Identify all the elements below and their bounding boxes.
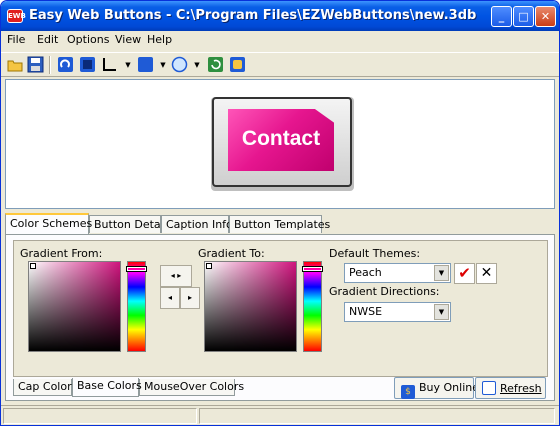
chevron-down-icon[interactable]: ▼: [193, 57, 201, 73]
swap-colors-button[interactable]: ◂ ▸: [160, 265, 192, 287]
preview-button[interactable]: Contact: [212, 97, 352, 187]
status-pane-left: [3, 408, 197, 424]
copy-right-button[interactable]: ▸: [180, 287, 200, 309]
title-bar[interactable]: EWB Easy Web Buttons - C:\Program Files\…: [1, 1, 559, 31]
app-logo-icon: EWB: [7, 9, 26, 23]
gradient-from-hue-slider[interactable]: [126, 261, 147, 352]
chevron-down-icon[interactable]: ▼: [124, 57, 132, 73]
chevron-down-icon[interactable]: ▼: [434, 265, 449, 281]
cancel-theme-button[interactable]: ✕: [476, 263, 497, 284]
maximize-button[interactable]: □: [513, 6, 534, 27]
close-button[interactable]: ✕: [535, 6, 556, 27]
hue-slider-marker[interactable]: [302, 266, 323, 272]
toolbar-separator: [49, 56, 51, 74]
menu-file[interactable]: File: [7, 33, 25, 46]
subtab-base-colors[interactable]: Base Colors: [72, 378, 142, 397]
status-bar: [1, 405, 559, 425]
chevron-down-icon[interactable]: ▼: [434, 304, 449, 320]
button-preview-area: Contact: [5, 79, 555, 209]
copy-left-button[interactable]: ◂: [160, 287, 180, 309]
gradient-to-hue-slider[interactable]: [302, 261, 323, 352]
subtab-cap-colors[interactable]: Cap Colors: [13, 379, 77, 396]
menu-view[interactable]: View: [115, 33, 141, 46]
refresh-icon: [482, 381, 496, 395]
window-title: Easy Web Buttons - C:\Program Files\EZWe…: [29, 8, 477, 23]
preview-button-label: Contact: [241, 127, 321, 150]
buy-online-button[interactable]: $ Buy Online: [394, 377, 479, 399]
tab-color-schemes[interactable]: Color Schemes: [5, 213, 92, 234]
export-icon[interactable]: [229, 56, 246, 73]
preview-button-face: Contact: [228, 109, 334, 171]
color-schemes-panel: Gradient From: ◂ ▸ ◂ ▸ Gradient To: Defa…: [5, 234, 555, 401]
menu-help[interactable]: Help: [147, 33, 172, 46]
chevron-down-icon[interactable]: ▼: [159, 57, 167, 73]
refresh-icon[interactable]: [207, 56, 224, 73]
rotate-icon[interactable]: [57, 56, 74, 73]
tab-caption-info[interactable]: Caption Info: [161, 215, 233, 233]
buy-online-label: Buy Online: [419, 381, 480, 394]
gradient-from-handle[interactable]: [30, 263, 36, 269]
gradient-to-handle[interactable]: [206, 263, 212, 269]
ellipse-shape-icon[interactable]: [171, 56, 188, 73]
gradient-directions-value: NWSE: [349, 305, 383, 318]
status-pane-right: [199, 408, 555, 424]
menu-bar: File Edit Options View Help: [1, 31, 559, 50]
gradient-to-label: Gradient To:: [198, 247, 265, 260]
toolbar: ▼ ▼ ▼: [1, 52, 559, 77]
refresh-label: Refresh: [500, 382, 542, 395]
tab-button-details[interactable]: Button Details: [89, 215, 172, 233]
tab-button-templates[interactable]: Button Templates: [229, 215, 330, 233]
save-disk-icon[interactable]: [27, 56, 44, 73]
square-shape-icon[interactable]: [79, 56, 96, 73]
menu-edit[interactable]: Edit: [37, 33, 58, 46]
default-themes-value: Peach: [349, 266, 382, 279]
gradient-from-picker[interactable]: [28, 261, 121, 352]
subtab-mouseover-colors[interactable]: MouseOver Colors: [139, 379, 244, 396]
gradient-to-picker[interactable]: [204, 261, 297, 352]
default-themes-label: Default Themes:: [329, 247, 421, 260]
menu-options[interactable]: Options: [67, 33, 109, 46]
apply-theme-button[interactable]: ✔: [454, 263, 475, 284]
default-themes-select[interactable]: Peach ▼: [344, 263, 451, 283]
refresh-button[interactable]: Refresh: [475, 377, 546, 399]
dollar-icon: $: [401, 385, 415, 399]
color-fill-icon[interactable]: [137, 56, 154, 73]
hue-slider-marker[interactable]: [126, 266, 147, 272]
gradient-directions-select[interactable]: NWSE ▼: [344, 302, 451, 322]
app-window: EWB Easy Web Buttons - C:\Program Files\…: [0, 0, 560, 426]
open-folder-icon[interactable]: [7, 56, 24, 73]
color-editor-group: Gradient From: ◂ ▸ ◂ ▸ Gradient To: Defa…: [13, 240, 548, 377]
gradient-from-label: Gradient From:: [20, 247, 103, 260]
gradient-directions-label: Gradient Directions:: [329, 285, 440, 298]
border-style-icon[interactable]: [101, 56, 118, 73]
minimize-button[interactable]: _: [491, 6, 512, 27]
